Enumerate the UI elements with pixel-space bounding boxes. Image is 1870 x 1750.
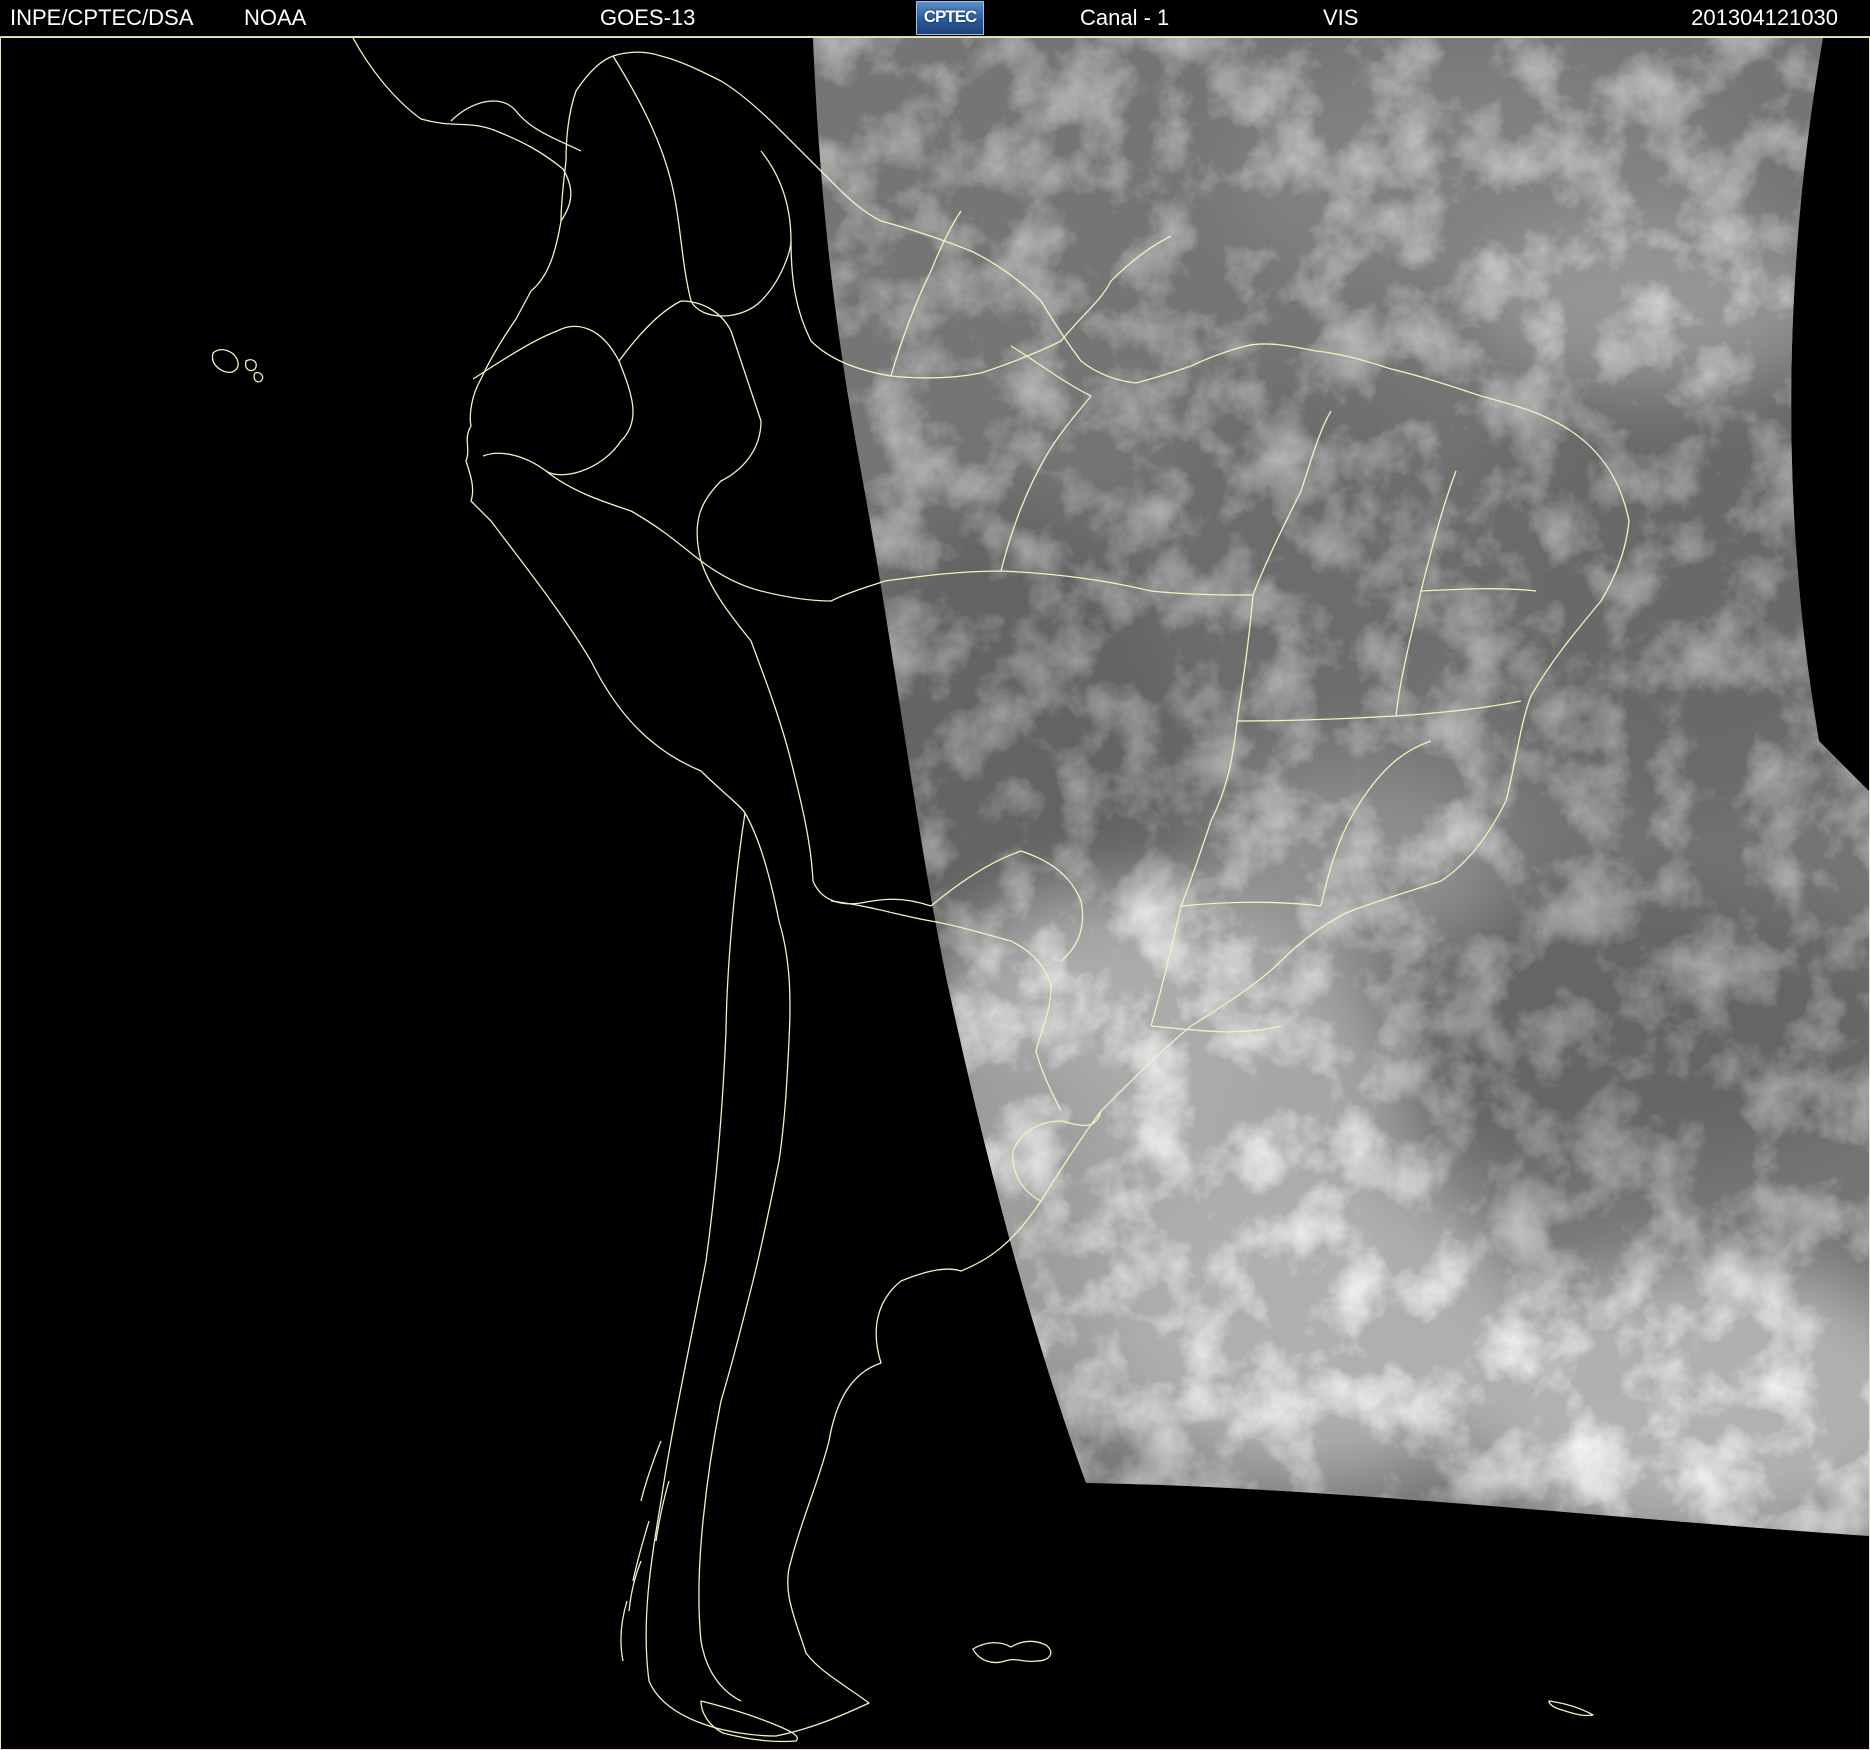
- header-bar: INPE/CPTEC/DSA NOAA GOES-13 CPTEC Canal …: [0, 0, 1870, 37]
- organization-label: INPE/CPTEC/DSA: [10, 5, 194, 30]
- satellite-map: [0, 37, 1870, 1750]
- central-america-coast: [352, 38, 582, 222]
- south-georgia-island: [1548, 1700, 1594, 1717]
- band-label: VIS: [1323, 5, 1359, 30]
- falkland-islands: [972, 1640, 1052, 1664]
- chile-argentina-border: [698, 812, 791, 1702]
- timestamp-label: 201304121030: [1691, 5, 1838, 30]
- tierra-del-fuego: [700, 1700, 798, 1743]
- map-canvas: [211, 38, 1869, 1743]
- galapagos-islands: [211, 349, 264, 383]
- cloud-imagery: [813, 38, 1869, 1536]
- cptec-logo: CPTEC: [916, 1, 984, 35]
- colombia-peru-border: [618, 300, 762, 562]
- chilean-fjords: [620, 1440, 670, 1662]
- peru-brazil-border: [545, 470, 886, 602]
- channel-label: Canal - 1: [1080, 5, 1170, 30]
- agency-label: NOAA: [244, 5, 307, 30]
- logo-text: CPTEC: [923, 7, 978, 26]
- satellite-label: GOES-13: [600, 5, 696, 30]
- venezuela-colombia-border: [612, 55, 792, 317]
